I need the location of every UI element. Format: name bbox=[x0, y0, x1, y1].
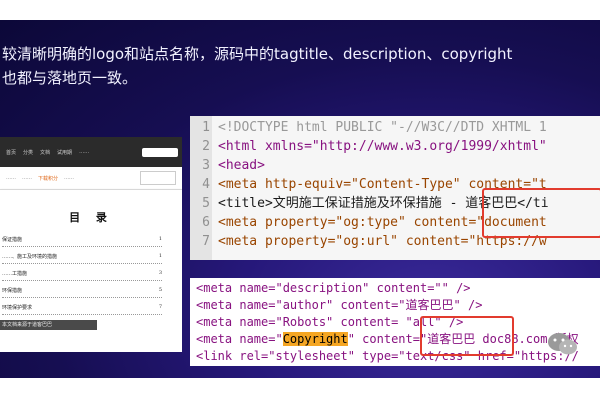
toc-page: 1 bbox=[158, 253, 162, 259]
code-line: <link rel="stylesheet" type="text/css" h… bbox=[196, 349, 579, 363]
toc-line: ……工措施 3 bbox=[2, 268, 162, 281]
code-line: <meta name="description" content="" /> bbox=[196, 281, 471, 295]
source-code-panel-head: 1 <!DOCTYPE html PUBLIC "-//W3C//DTD XHT… bbox=[190, 116, 600, 260]
toolbar-box bbox=[140, 171, 176, 185]
nav-item: 首页 bbox=[6, 149, 17, 156]
site-search-box bbox=[142, 147, 178, 157]
toc-line: 环保措施 5 bbox=[2, 285, 162, 298]
line-number: 7 bbox=[202, 234, 210, 249]
toc-text: 环境保护要求 bbox=[2, 305, 33, 311]
code-text: <head> bbox=[218, 158, 265, 173]
slide-caption: 较清晰明确的logo和站点名称，源码中的tagtitle、description… bbox=[2, 42, 512, 90]
toc-page: 1 bbox=[158, 236, 162, 242]
site-navbar: 首页 分类 文档 试用期 …… bbox=[0, 137, 182, 167]
site-preview-screenshot: 首页 分类 文档 试用期 …… …… …… 下载积分 …… 目 录 保证措施 1… bbox=[0, 137, 182, 352]
copyright-highlight: Copyright bbox=[282, 332, 348, 346]
line-number: 2 bbox=[202, 139, 210, 154]
title-highlight-box bbox=[482, 188, 600, 238]
toc-page: 7 bbox=[158, 304, 162, 310]
line-number: 1 bbox=[202, 120, 210, 135]
code-line: <meta name="author" content="道客巴巴" /> bbox=[196, 298, 483, 312]
copyright-highlight-box bbox=[420, 316, 514, 356]
wechat-icon bbox=[548, 333, 577, 355]
toc-text: ……、施工及环境的措施 bbox=[2, 254, 58, 260]
download-points: 下载积分 bbox=[38, 175, 59, 182]
watermark-label: ヨ bbox=[584, 339, 598, 355]
wechat-watermark: ヨ bbox=[546, 330, 600, 370]
line-number: 5 bbox=[202, 196, 210, 211]
toolbar-item: …… bbox=[6, 175, 16, 181]
toolbar-item: …… bbox=[22, 175, 32, 181]
toc-line: 环境保护要求 7 bbox=[2, 302, 162, 315]
nav-item: 分类 bbox=[23, 149, 34, 156]
toolbar-item: …… bbox=[64, 175, 75, 181]
nav-item: 文档 bbox=[40, 149, 51, 156]
toc-line: 保证措施 1 bbox=[2, 234, 162, 247]
toc-text: 保证措施 bbox=[2, 237, 23, 243]
line-number: 4 bbox=[202, 177, 210, 192]
doc-toolbar: …… …… 下载积分 …… bbox=[0, 167, 182, 190]
caption-line-1: 较清晰明确的logo和站点名称，源码中的tagtitle、description… bbox=[2, 45, 513, 63]
toc-title: 目 录 bbox=[69, 211, 113, 224]
toc-text: ……工措施 bbox=[2, 271, 28, 277]
nav-item: …… bbox=[79, 149, 90, 155]
toc-page: 5 bbox=[158, 287, 162, 293]
line-number: 6 bbox=[202, 215, 210, 230]
toc-line: ……、施工及环境的措施 1 bbox=[2, 251, 162, 264]
code-text: <!DOCTYPE html PUBLIC "-//W3C//DTD XHTML… bbox=[218, 120, 547, 135]
toc-page: 3 bbox=[158, 270, 162, 276]
doc-source-banner: 本文档来源于道客巴巴 bbox=[0, 320, 97, 330]
caption-line-2: 也都与落地页一致。 bbox=[2, 69, 138, 87]
code-text: <meta name=" bbox=[196, 332, 283, 346]
presentation-slide: 较清晰明确的logo和站点名称，源码中的tagtitle、description… bbox=[0, 20, 600, 378]
nav-item: 试用期 bbox=[57, 149, 73, 156]
line-number: 3 bbox=[202, 158, 210, 173]
code-text: <html xmlns="http://www.w3.org/1999/xhtm… bbox=[218, 139, 547, 154]
source-code-panel-meta: <meta name="description" content="" /> <… bbox=[190, 278, 600, 366]
code-line-copyright: <meta name="Copyright" content="道客巴巴 doc… bbox=[196, 331, 579, 348]
toc-text: 环保措施 bbox=[2, 288, 23, 294]
